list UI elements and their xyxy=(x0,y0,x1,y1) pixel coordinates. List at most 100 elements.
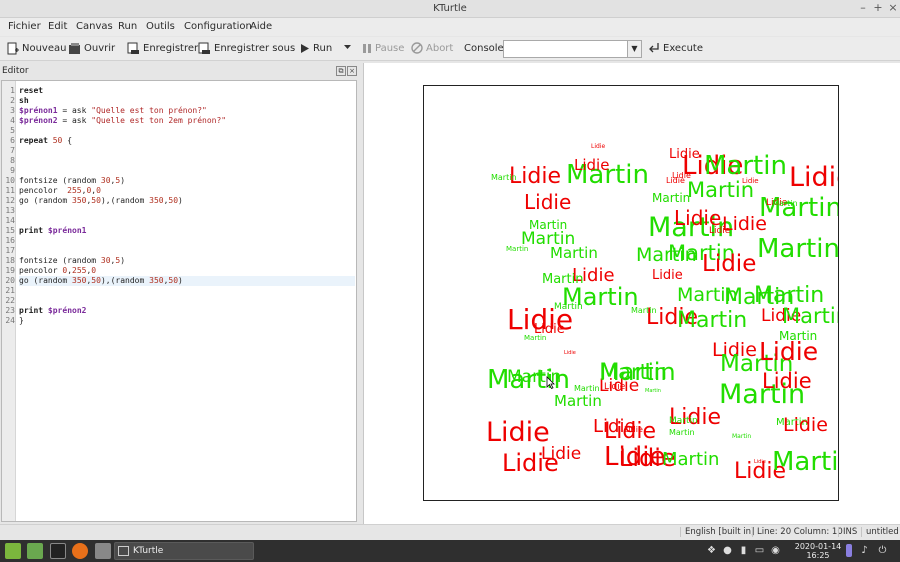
volume-icon[interactable]: ♪ xyxy=(858,544,871,557)
menu-aide[interactable]: Aide xyxy=(250,21,272,32)
mint-menu-icon[interactable] xyxy=(5,543,21,559)
line-number: 1 xyxy=(10,86,15,95)
code-line[interactable] xyxy=(19,126,355,136)
canvas-text-red: Lidie xyxy=(574,156,609,174)
canvas-text-red: Lidie xyxy=(759,337,818,366)
turtle-canvas[interactable]: Lidie Martin Lidie Lidie Martin Lidie Martin Ma… xyxy=(423,85,839,501)
code-line[interactable] xyxy=(19,246,355,256)
float-dock-icon[interactable]: ⧉ xyxy=(336,66,346,76)
minimize-icon[interactable]: – xyxy=(856,1,870,15)
code-line[interactable] xyxy=(19,166,355,176)
open-button[interactable]: Ouvrir xyxy=(68,41,115,57)
canvas-text-red: Lidie xyxy=(509,164,561,189)
files-icon[interactable] xyxy=(95,543,111,559)
menu-run[interactable]: Run xyxy=(118,21,137,32)
code-line[interactable] xyxy=(19,206,355,216)
new-button[interactable]: Nouveau xyxy=(6,41,66,57)
menu-bar: Fichier Edit Canvas Run Outils Configura… xyxy=(0,18,900,36)
execute-icon xyxy=(649,43,659,53)
clock-time: 16:25 xyxy=(806,551,830,560)
code-line[interactable]: $prénon2 = ask "Quelle est ton 2em préno… xyxy=(19,116,355,126)
canvas-text-red: Lidie xyxy=(789,162,839,193)
menu-edit[interactable]: Edit xyxy=(48,21,67,32)
power-icon[interactable]: ⏻ xyxy=(876,544,889,557)
code-line[interactable] xyxy=(19,156,355,166)
line-number: 18 xyxy=(5,256,15,265)
dropbox-icon[interactable]: ❖ xyxy=(705,544,718,557)
open-folder-icon xyxy=(69,42,80,54)
canvas-text-green: Martin xyxy=(524,334,546,342)
line-number: 7 xyxy=(10,146,15,155)
code-line[interactable]: fontsize (random 30,5) xyxy=(19,256,355,266)
save-button[interactable]: Enregistrer xyxy=(127,41,198,57)
console-dropdown-button[interactable]: ▼ xyxy=(628,40,642,58)
firefox-icon[interactable] xyxy=(72,543,88,559)
editor-dock-header: Editor ⧉ × xyxy=(0,63,359,79)
battery-icon[interactable]: ▭ xyxy=(753,544,766,557)
line-number: 22 xyxy=(5,296,15,305)
line-number: 4 xyxy=(10,116,15,125)
canvas-text-green: Martin xyxy=(550,244,598,262)
line-number-gutter: 1 2 3 4 5 6 7 8 9 10 11 12 13 14 15 16 17 18 19 20 21 22 23 24 xyxy=(2,81,16,521)
code-line[interactable] xyxy=(19,146,355,156)
canvas-drawing: Lidie Martin Lidie Lidie Martin Lidie Martin Ma… xyxy=(486,143,839,484)
menu-fichier[interactable]: Fichier xyxy=(8,21,41,32)
console-input[interactable] xyxy=(503,40,628,58)
window-title: KTurtle xyxy=(433,3,467,14)
pause-button[interactable]: Pause xyxy=(362,41,404,57)
editor-title: Editor xyxy=(2,66,29,76)
code-line[interactable]: } xyxy=(19,316,355,326)
code-line[interactable] xyxy=(19,286,355,296)
terminal-icon[interactable] xyxy=(50,543,66,559)
code-line[interactable]: go (random 350,50),(random 350,50) xyxy=(19,196,355,206)
execute-button-label: Execute xyxy=(663,43,703,54)
line-number: 10 xyxy=(5,176,15,185)
chevron-down-icon: ▼ xyxy=(631,44,638,53)
code-line[interactable]: $prénon1 = ask "Quelle est ton prénon?" xyxy=(19,106,355,116)
status-position: Line: 20 Column: 10 xyxy=(752,527,843,537)
open-button-label: Ouvrir xyxy=(84,43,116,54)
save-as-button[interactable]: Enregistrer sous xyxy=(198,41,295,57)
code-line[interactable] xyxy=(19,296,355,306)
chrome-icon[interactable]: ◉ xyxy=(769,544,782,557)
canvas-text-green: Martin xyxy=(669,416,698,426)
code-line[interactable]: fontsize (random 30,5) xyxy=(19,176,355,186)
maximize-icon[interactable]: + xyxy=(871,1,885,15)
network-icon[interactable]: ▮ xyxy=(737,544,750,557)
code-line[interactable]: print $prénon1 xyxy=(19,226,355,236)
close-dock-icon[interactable]: × xyxy=(347,66,357,76)
taskbar: KTurtle ❖ ● ▮ ▭ ◉ 2020-01-14 16:25 ♪ ⏻ xyxy=(0,540,900,562)
show-desktop-icon[interactable] xyxy=(27,543,43,559)
menu-configuration[interactable]: Configuration xyxy=(184,21,252,32)
clock[interactable]: 2020-01-14 16:25 xyxy=(793,542,843,560)
code-line[interactable]: go (random 350,50),(random 350,50) xyxy=(19,276,355,286)
code-line[interactable]: pencolor 255,0,0 xyxy=(19,186,355,196)
code-line[interactable]: sh xyxy=(19,96,355,106)
code-line[interactable]: repeat 50 { xyxy=(19,136,355,146)
play-icon xyxy=(301,43,309,53)
taskbar-kturtle-button[interactable]: KTurtle xyxy=(114,542,254,560)
abort-button[interactable]: Abort xyxy=(411,41,453,57)
line-number: 9 xyxy=(10,166,15,175)
abort-button-label: Abort xyxy=(426,43,454,54)
code-line[interactable] xyxy=(19,236,355,246)
menu-canvas[interactable]: Canvas xyxy=(76,21,113,32)
run-dropdown[interactable] xyxy=(344,41,352,57)
canvas-text-green: Martin xyxy=(772,447,839,477)
update-icon[interactable]: ● xyxy=(721,544,734,557)
close-icon[interactable]: × xyxy=(886,1,900,15)
save-icon xyxy=(127,42,139,54)
code-line[interactable] xyxy=(19,216,355,226)
code-line[interactable]: reset xyxy=(19,86,355,96)
code-line[interactable]: print $prénon2 xyxy=(19,306,355,316)
menu-outils[interactable]: Outils xyxy=(146,21,175,32)
console-label: Console: xyxy=(464,43,508,54)
execute-button[interactable]: Execute xyxy=(648,41,703,57)
canvas-text-green: Martin xyxy=(652,191,690,205)
code-line[interactable]: pencolor 0,255,0 xyxy=(19,266,355,276)
code-editor[interactable]: 1 2 3 4 5 6 7 8 9 10 11 12 13 14 15 16 17 18 19 20 21 22 23 24 … xyxy=(1,80,357,522)
canvas-text-red: Lidie xyxy=(564,350,576,356)
run-button[interactable]: Run xyxy=(300,41,332,57)
workspace-indicator[interactable] xyxy=(846,544,852,557)
canvas-text-red: Lidie xyxy=(754,459,766,465)
